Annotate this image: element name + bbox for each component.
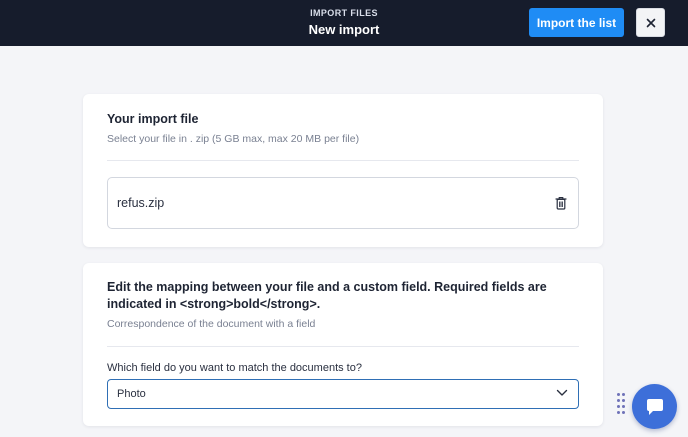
import-list-button[interactable]: Import the list	[529, 8, 624, 37]
close-button[interactable]	[636, 8, 665, 37]
drag-handle-icon[interactable]	[617, 393, 625, 419]
import-file-card: Your import file Select your file in . z…	[83, 94, 603, 247]
chat-bubble-icon	[646, 398, 663, 415]
grip-dot	[622, 405, 625, 408]
close-icon	[646, 18, 655, 27]
divider	[107, 346, 579, 347]
match-field-select[interactable]: Photo	[107, 379, 579, 409]
top-bar: IMPORT FILES New import Import the list	[0, 0, 688, 46]
grip-dot	[617, 405, 620, 408]
grip-dot	[617, 399, 620, 402]
grip-dot	[622, 411, 625, 414]
grip-dot	[622, 399, 625, 402]
divider	[107, 160, 579, 161]
selected-field-value: Photo	[117, 388, 146, 400]
match-field-label: Which field do you want to match the doc…	[107, 362, 362, 374]
chevron-down-icon	[556, 389, 568, 396]
file-item: refus.zip	[107, 177, 579, 229]
delete-file-button[interactable]	[552, 194, 570, 212]
mapping-card: Edit the mapping between your file and a…	[83, 263, 603, 426]
grip-dot	[622, 393, 625, 396]
grip-dot	[617, 393, 620, 396]
grip-dot	[617, 411, 620, 414]
mapping-subtitle: Correspondence of the document with a fi…	[107, 318, 316, 330]
trash-icon	[555, 197, 567, 210]
import-file-subtitle: Select your file in . zip (5 GB max, max…	[107, 133, 360, 145]
file-name: refus.zip	[117, 196, 165, 210]
import-file-title: Your import file	[107, 112, 199, 126]
mapping-title: Edit the mapping between your file and a…	[107, 280, 547, 311]
chat-button[interactable]	[632, 384, 677, 429]
